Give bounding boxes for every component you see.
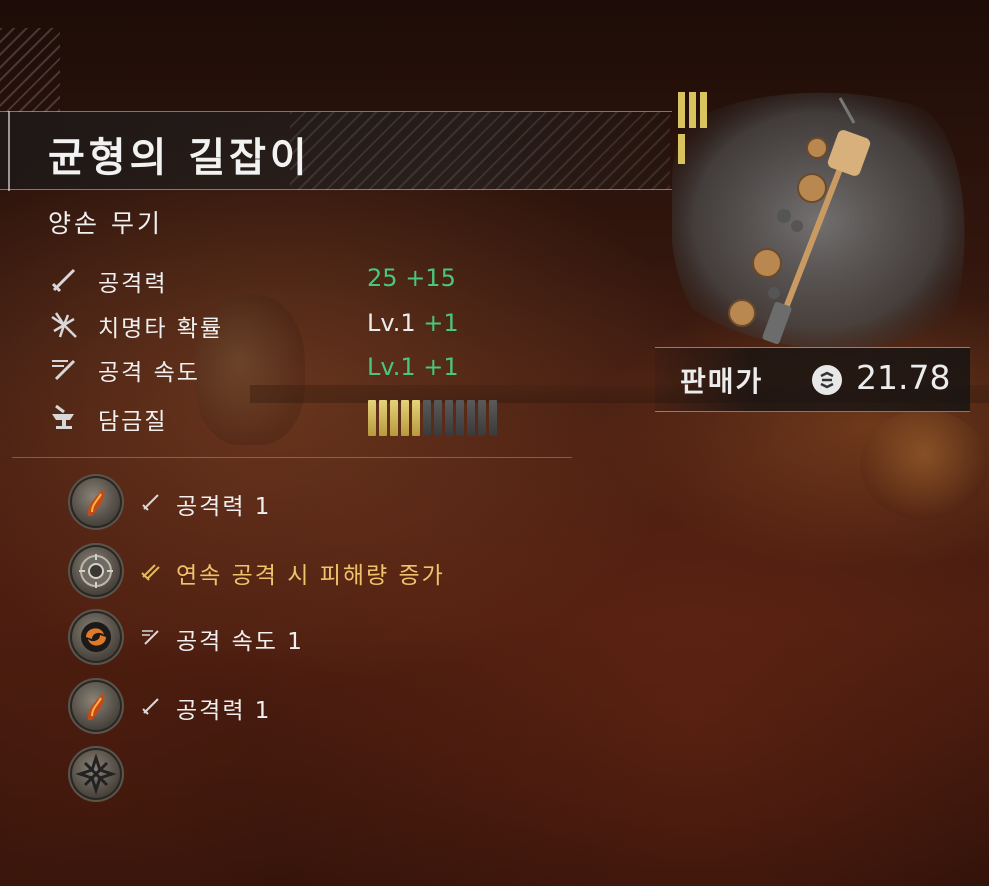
sword-icon	[51, 268, 76, 293]
forge-segment-filled	[412, 400, 420, 436]
forge-segment-empty	[434, 400, 442, 436]
title-bottom-rule	[0, 189, 672, 190]
perk-divider	[12, 457, 572, 458]
item-name: 균형의 길잡이	[48, 135, 311, 181]
perk-label: 공격력 1	[176, 698, 272, 724]
anvil-icon	[52, 404, 74, 429]
price-label: 판매가	[680, 365, 764, 398]
stat-value: 25 +15	[367, 264, 456, 292]
perk-row[interactable]: 공격력 1	[68, 474, 548, 532]
title-top-rule	[0, 111, 672, 112]
sword-icon	[142, 494, 159, 511]
perk-label: 공격력 1	[176, 494, 272, 520]
background-bowl	[860, 410, 989, 520]
item-type: 양손 무기	[48, 209, 163, 238]
forge-segment-filled	[401, 400, 409, 436]
attack-speed-icon	[52, 359, 76, 381]
empty-socket-medallion	[68, 746, 124, 802]
forge-segment-empty	[423, 400, 431, 436]
forge-segment-filled	[390, 400, 398, 436]
stat-row-crit-chance: 치명타 확률 Lv.1 +1	[48, 307, 518, 343]
double-sword-icon	[141, 564, 160, 581]
swirl-medallion	[68, 609, 124, 665]
perk-label: 연속 공격 시 피해량 증가	[176, 563, 445, 589]
stat-row-attack: 공격력 25 +15	[48, 262, 518, 298]
perk-row[interactable]: 연속 공격 시 피해량 증가	[68, 543, 548, 601]
price-value: 21.78	[856, 358, 951, 397]
perk-row-empty[interactable]	[68, 746, 548, 804]
flame-blade-medallion	[68, 678, 124, 734]
forge-level-bar	[368, 400, 508, 436]
stat-value: Lv.1 +1	[367, 309, 459, 337]
forge-segment-filled	[379, 400, 387, 436]
stat-label: 공격력	[98, 271, 168, 297]
perk-label: 공격 속도 1	[176, 629, 304, 655]
stat-label: 치명타 확률	[98, 316, 224, 342]
forge-segment-empty	[478, 400, 486, 436]
coin-icon	[812, 365, 842, 395]
stat-label: 담금질	[98, 409, 168, 435]
critical-slash-icon	[51, 312, 77, 338]
title-left-rule	[8, 111, 10, 191]
stat-row-attack-speed: 공격 속도 Lv.1 +1	[48, 351, 518, 387]
tier-bars-icon	[678, 92, 707, 164]
sword-icon	[142, 698, 159, 715]
title-band-hatch	[290, 112, 670, 190]
stat-value: Lv.1 +1	[367, 353, 459, 381]
stat-label: 공격 속도	[98, 360, 200, 386]
forge-segment-empty	[489, 400, 497, 436]
price-top-rule	[655, 347, 970, 348]
price-bottom-rule	[655, 411, 970, 412]
perk-row[interactable]: 공격력 1	[68, 678, 548, 736]
corner-hatch-decoration	[0, 28, 60, 112]
forge-segment-empty	[456, 400, 464, 436]
forge-segment-empty	[467, 400, 475, 436]
ornate-shield-medallion	[68, 543, 124, 599]
flame-blade-medallion	[68, 474, 124, 530]
attack-speed-icon	[142, 630, 159, 645]
forge-segment-filled	[368, 400, 376, 436]
item-image	[672, 92, 965, 349]
forge-segment-empty	[445, 400, 453, 436]
perk-row[interactable]: 공격 속도 1	[68, 609, 548, 667]
